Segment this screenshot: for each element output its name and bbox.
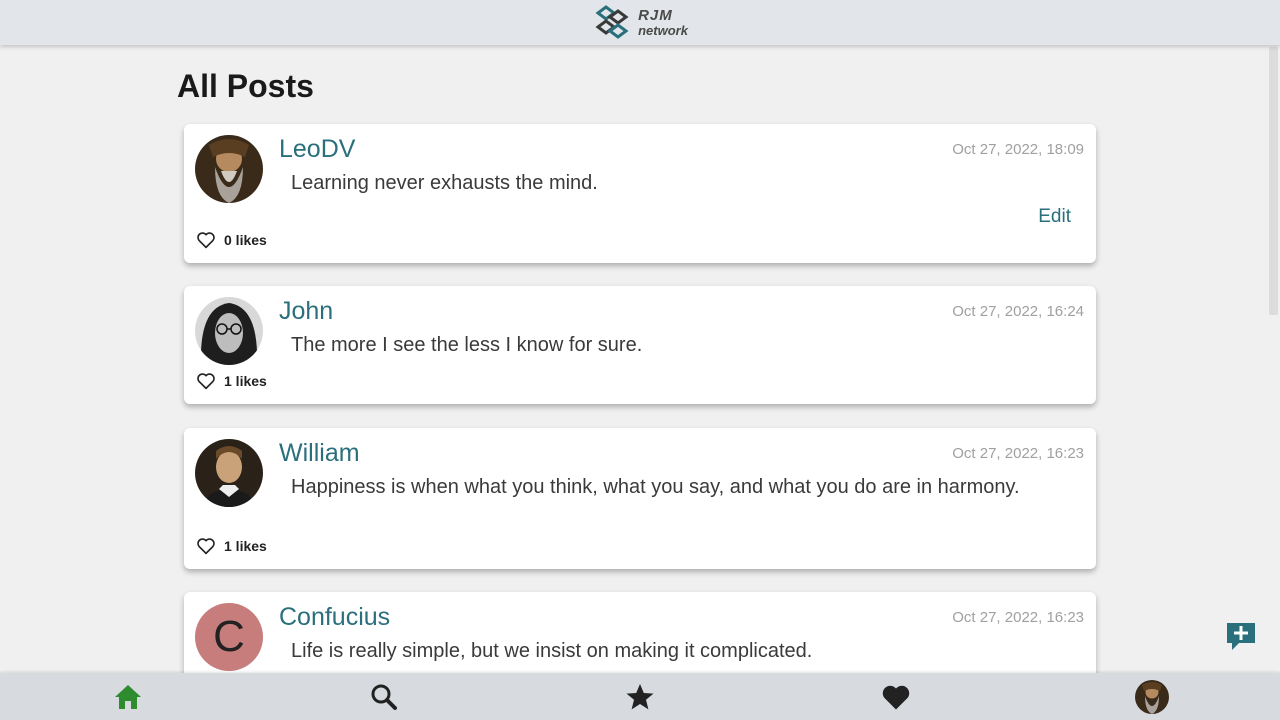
- nav-profile[interactable]: [1134, 679, 1170, 715]
- nav-likes[interactable]: [878, 679, 914, 715]
- post-content: Happiness is when what you think, what y…: [291, 476, 1020, 498]
- search-icon: [371, 684, 397, 710]
- post-username[interactable]: John: [279, 297, 333, 326]
- post-content: The more I see the less I know for sure.: [291, 334, 643, 356]
- post-card: John Oct 27, 2022, 16:24 The more I see …: [184, 286, 1096, 404]
- new-post-icon[interactable]: [1225, 620, 1257, 652]
- post-username[interactable]: Confucius: [279, 603, 390, 632]
- avatar[interactable]: C: [195, 603, 263, 671]
- avatar-image: [195, 439, 263, 507]
- heart-icon: [882, 685, 910, 710]
- post-username[interactable]: LeoDV: [279, 135, 355, 164]
- profile-avatar-image: [1135, 680, 1169, 714]
- logo[interactable]: RJM network: [592, 3, 688, 43]
- post-card: William Oct 27, 2022, 16:23 Happiness is…: [184, 428, 1096, 569]
- likes-count: 1 likes: [224, 373, 267, 389]
- likes-count: 1 likes: [224, 538, 267, 554]
- heart-outline-icon[interactable]: [196, 537, 216, 555]
- heart-outline-icon[interactable]: [196, 372, 216, 390]
- post-timestamp: Oct 27, 2022, 18:09: [952, 141, 1084, 158]
- likes-row: 0 likes: [196, 231, 267, 249]
- post-content: Life is really simple, but we insist on …: [291, 640, 813, 662]
- post-timestamp: Oct 27, 2022, 16:24: [952, 303, 1084, 320]
- avatar-image: [195, 135, 263, 203]
- profile-avatar: [1135, 680, 1169, 714]
- likes-row: 1 likes: [196, 372, 267, 390]
- logo-line-2: network: [638, 22, 688, 38]
- heart-outline-icon[interactable]: [196, 231, 216, 249]
- post-content: Learning never exhausts the mind.: [291, 172, 598, 194]
- scrollbar-thumb[interactable]: [1269, 47, 1278, 315]
- likes-count: 0 likes: [224, 232, 267, 248]
- top-header: RJM network: [0, 0, 1280, 45]
- scrollbar[interactable]: [1267, 45, 1280, 673]
- post-timestamp: Oct 27, 2022, 16:23: [952, 445, 1084, 462]
- nav-home[interactable]: [110, 679, 146, 715]
- avatar[interactable]: [195, 297, 263, 365]
- avatar[interactable]: [195, 135, 263, 203]
- nav-favorites[interactable]: [622, 679, 658, 715]
- avatar[interactable]: [195, 439, 263, 507]
- home-icon: [115, 685, 141, 709]
- post-timestamp: Oct 27, 2022, 16:23: [952, 609, 1084, 626]
- avatar-image: [195, 297, 263, 365]
- nav-search[interactable]: [366, 679, 402, 715]
- post-username[interactable]: William: [279, 439, 360, 468]
- star-icon: [626, 684, 654, 710]
- logo-text: RJM network: [638, 8, 688, 38]
- page-title: All Posts: [177, 68, 314, 104]
- logo-icon: [595, 4, 629, 39]
- likes-row: 1 likes: [196, 537, 267, 555]
- edit-link[interactable]: Edit: [1038, 206, 1071, 228]
- logo-line-1: RJM: [638, 6, 673, 24]
- bottom-nav: [0, 673, 1280, 720]
- post-card: LeoDV Oct 27, 2022, 18:09 Learning never…: [184, 124, 1096, 263]
